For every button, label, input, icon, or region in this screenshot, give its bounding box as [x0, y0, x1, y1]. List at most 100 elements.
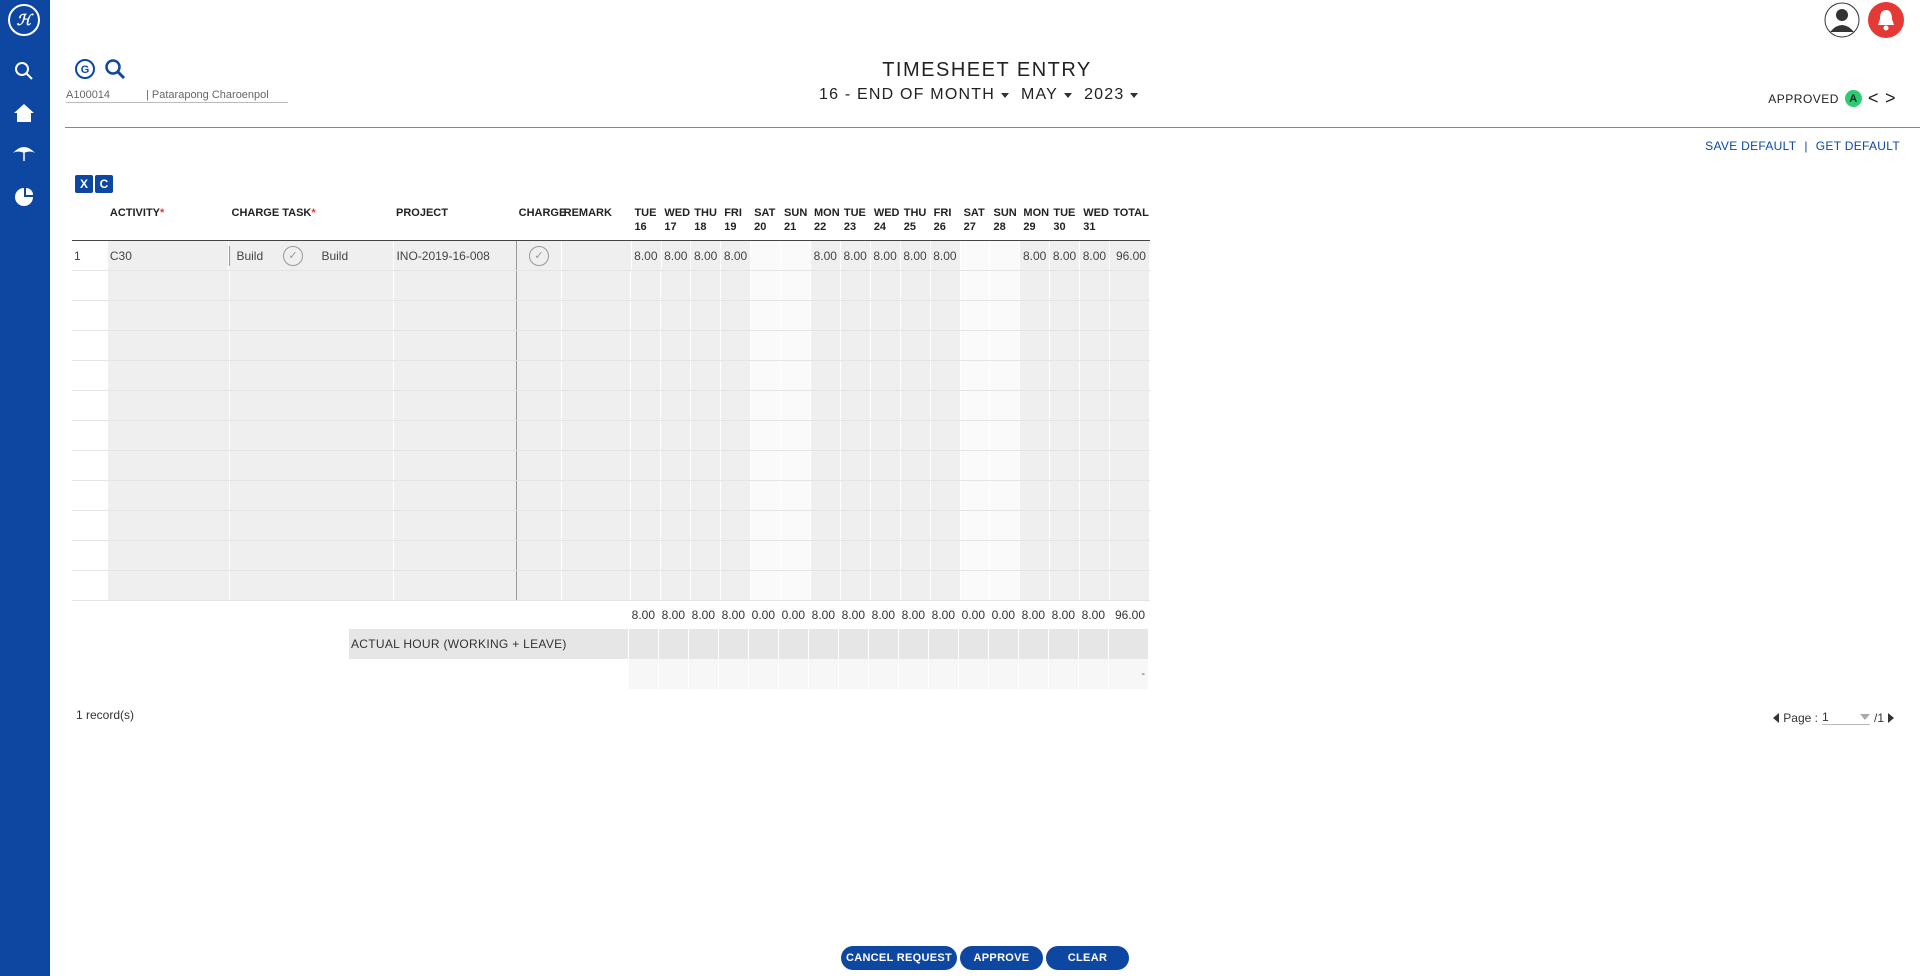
- hour-cell[interactable]: [780, 451, 811, 480]
- hour-cell[interactable]: [960, 511, 991, 540]
- hour-cell[interactable]: [990, 451, 1021, 480]
- charge-task-code[interactable]: Build: [229, 245, 270, 266]
- hour-cell[interactable]: [1050, 541, 1081, 570]
- hour-cell[interactable]: [930, 361, 961, 390]
- hour-cell[interactable]: [721, 331, 752, 360]
- hour-cell[interactable]: [900, 571, 931, 600]
- hour-cell[interactable]: [840, 271, 871, 300]
- hour-cell[interactable]: [930, 271, 961, 300]
- hour-cell[interactable]: [691, 481, 722, 510]
- hour-cell[interactable]: [780, 541, 811, 570]
- hour-cell[interactable]: [1080, 571, 1111, 600]
- hour-cell[interactable]: [631, 541, 662, 570]
- project-cell[interactable]: [394, 271, 517, 300]
- project-cell[interactable]: [394, 361, 517, 390]
- hour-cell[interactable]: [691, 541, 722, 570]
- hour-cell[interactable]: [990, 241, 1021, 270]
- hour-cell[interactable]: [780, 271, 811, 300]
- hour-cell[interactable]: [631, 361, 662, 390]
- hour-cell[interactable]: [631, 301, 662, 330]
- project-cell[interactable]: [394, 481, 517, 510]
- hour-cell[interactable]: [810, 541, 841, 570]
- activity-cell[interactable]: [107, 421, 230, 450]
- activity-cell[interactable]: [107, 331, 230, 360]
- hour-cell[interactable]: [900, 271, 931, 300]
- hour-cell[interactable]: [840, 421, 871, 450]
- hour-cell[interactable]: [691, 421, 722, 450]
- hour-cell[interactable]: 8.00: [631, 241, 662, 270]
- hour-cell[interactable]: [960, 301, 991, 330]
- hour-cell[interactable]: [631, 451, 662, 480]
- project-cell[interactable]: INO-2019-16-008: [394, 241, 518, 270]
- csv-export-icon[interactable]: C: [95, 175, 113, 193]
- hour-cell[interactable]: [721, 271, 752, 300]
- hour-cell[interactable]: [1080, 481, 1111, 510]
- hour-cell[interactable]: [840, 541, 871, 570]
- remark-cell[interactable]: [561, 421, 632, 450]
- page-select[interactable]: 1: [1821, 710, 1870, 725]
- project-cell[interactable]: [394, 511, 517, 540]
- prev-page-icon[interactable]: [1773, 712, 1780, 723]
- hour-cell[interactable]: [631, 271, 662, 300]
- hour-cell[interactable]: [870, 481, 901, 510]
- hour-cell[interactable]: [691, 451, 722, 480]
- hour-cell[interactable]: [1080, 421, 1111, 450]
- hour-cell[interactable]: [930, 451, 961, 480]
- hour-cell[interactable]: [721, 361, 752, 390]
- hour-cell[interactable]: [840, 451, 871, 480]
- hour-cell[interactable]: [661, 571, 692, 600]
- charge-cell[interactable]: [516, 481, 562, 510]
- activity-cell[interactable]: [107, 451, 230, 480]
- hour-cell[interactable]: [1080, 511, 1111, 540]
- hour-cell[interactable]: [661, 421, 692, 450]
- hour-cell[interactable]: [1020, 391, 1051, 420]
- hour-cell[interactable]: [900, 301, 931, 330]
- hour-cell[interactable]: [661, 451, 692, 480]
- hour-cell[interactable]: [930, 541, 961, 570]
- hour-cell[interactable]: [631, 511, 662, 540]
- hour-cell[interactable]: [870, 331, 901, 360]
- hour-cell[interactable]: 8.00: [1020, 241, 1051, 270]
- hour-cell[interactable]: [960, 541, 991, 570]
- remark-cell[interactable]: [561, 451, 632, 480]
- hour-cell[interactable]: [960, 241, 991, 270]
- hour-cell[interactable]: [1050, 481, 1081, 510]
- hour-cell[interactable]: [1050, 511, 1081, 540]
- month-dropdown[interactable]: MAY: [1021, 86, 1073, 104]
- hour-cell[interactable]: [691, 571, 722, 600]
- bell-icon[interactable]: [1868, 2, 1904, 38]
- hour-cell[interactable]: [721, 421, 752, 450]
- hour-cell[interactable]: [960, 391, 991, 420]
- remark-cell[interactable]: [561, 481, 632, 510]
- remark-cell[interactable]: [561, 571, 632, 600]
- charge-cell[interactable]: [516, 421, 562, 450]
- avatar[interactable]: [1824, 2, 1860, 38]
- project-cell[interactable]: [394, 331, 517, 360]
- hour-cell[interactable]: [780, 331, 811, 360]
- hour-cell[interactable]: [840, 511, 871, 540]
- hour-cell[interactable]: [900, 391, 931, 420]
- hour-cell[interactable]: [721, 451, 752, 480]
- hour-cell[interactable]: [691, 301, 722, 330]
- hour-cell[interactable]: [870, 391, 901, 420]
- hour-cell[interactable]: [721, 391, 752, 420]
- hour-cell[interactable]: 8.00: [811, 241, 841, 270]
- hour-cell[interactable]: [1020, 571, 1051, 600]
- hour-cell[interactable]: [661, 481, 692, 510]
- hour-cell[interactable]: [810, 391, 841, 420]
- hour-cell[interactable]: [960, 481, 991, 510]
- range-dropdown[interactable]: 16 - END OF MONTH: [819, 86, 1009, 104]
- charge-cell[interactable]: [516, 541, 562, 570]
- project-cell[interactable]: [394, 541, 517, 570]
- hour-cell[interactable]: [721, 481, 752, 510]
- hour-cell[interactable]: [1050, 271, 1081, 300]
- hour-cell[interactable]: [990, 391, 1021, 420]
- charge-cell[interactable]: [516, 451, 562, 480]
- hour-cell[interactable]: [751, 241, 782, 270]
- hour-cell[interactable]: [661, 271, 692, 300]
- hour-cell[interactable]: [870, 571, 901, 600]
- hour-cell[interactable]: 8.00: [1080, 241, 1111, 270]
- activity-cell[interactable]: [107, 301, 230, 330]
- hour-cell[interactable]: [1020, 451, 1051, 480]
- hour-cell[interactable]: [780, 361, 811, 390]
